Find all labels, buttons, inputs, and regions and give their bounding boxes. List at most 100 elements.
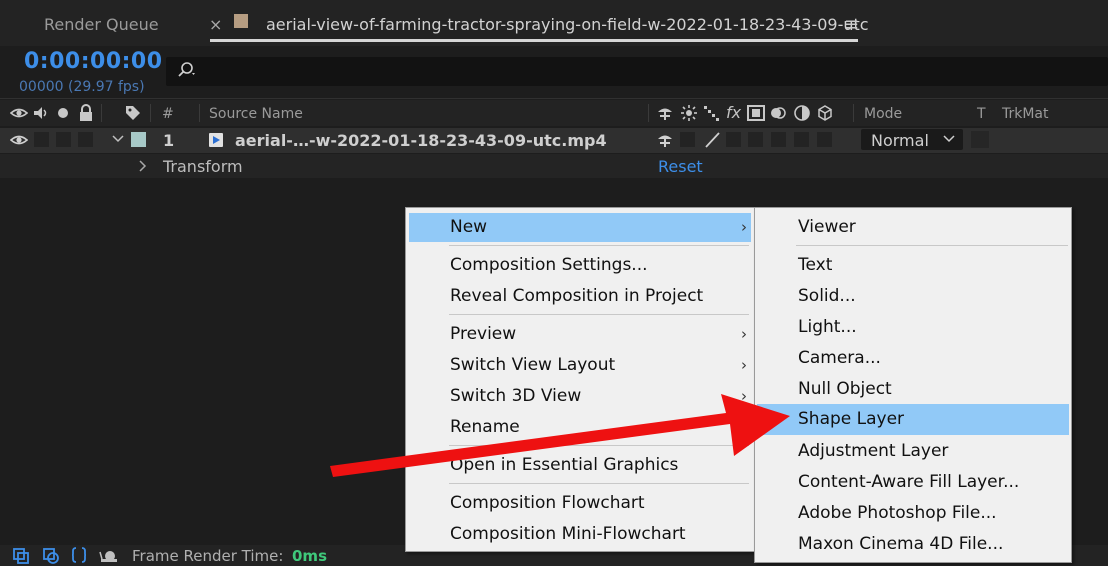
new-submenu: Viewer Text Solid... Light... Camera... … <box>754 207 1072 563</box>
menu-item-label: Adobe Photoshop File... <box>798 503 997 523</box>
menu-separator <box>796 245 1068 246</box>
adjustment-layer-icon[interactable] <box>793 104 811 122</box>
menu-item-composition-mini-flowchart[interactable]: Composition Mini-Flowchart <box>409 520 751 549</box>
lock-icon[interactable] <box>78 104 94 122</box>
submenu-item-solid[interactable]: Solid... <box>757 282 1069 311</box>
shy-icon[interactable] <box>656 104 674 122</box>
chevron-down-icon[interactable] <box>112 134 124 144</box>
layer-search-input[interactable] <box>166 57 1108 86</box>
effects-switch[interactable] <box>726 132 741 147</box>
column-hash: # <box>162 106 174 122</box>
layer-number: 1 <box>163 131 175 150</box>
menu-item-label: Composition Mini-Flowchart <box>450 524 686 544</box>
column-t: T <box>977 106 986 122</box>
menu-separator <box>449 483 749 484</box>
submenu-item-adobe-photoshop-file[interactable]: Adobe Photoshop File... <box>757 499 1069 528</box>
frame-blend-switch[interactable] <box>748 132 763 147</box>
header-divider <box>101 104 102 122</box>
menu-item-label: Shape Layer <box>798 409 905 429</box>
track-matte-switch[interactable] <box>971 131 989 148</box>
composition-color-swatch <box>234 14 248 28</box>
tab-render-queue[interactable]: Render Queue <box>44 15 159 34</box>
chevron-right-icon: › <box>741 325 747 343</box>
in-out-brackets-icon[interactable] <box>70 546 88 564</box>
blend-mode-value: Normal <box>871 131 929 150</box>
collapse-sun-icon[interactable] <box>680 104 698 122</box>
motion-blur-icon[interactable] <box>769 104 787 122</box>
solo-switch[interactable] <box>56 132 71 147</box>
audio-speaker-icon[interactable] <box>32 105 50 121</box>
tab-composition[interactable]: aerial-view-of-farming-tractor-spraying-… <box>266 15 869 34</box>
chevron-right-icon: › <box>741 387 747 405</box>
current-time-display[interactable]: 0:00:00:00 <box>24 49 163 74</box>
video-file-icon <box>209 133 223 147</box>
chevron-right-icon: › <box>741 356 747 374</box>
menu-separator <box>449 314 749 315</box>
layer-shy-icon[interactable] <box>656 131 674 149</box>
header-divider <box>199 104 200 122</box>
column-mode[interactable]: Mode <box>864 106 902 122</box>
quality-icon[interactable] <box>703 104 721 122</box>
menu-item-label: Content-Aware Fill Layer... <box>798 472 1020 492</box>
menu-item-composition-flowchart[interactable]: Composition Flowchart <box>409 489 751 518</box>
submenu-item-null-object[interactable]: Null Object <box>757 375 1069 404</box>
reset-link[interactable]: Reset <box>658 157 703 176</box>
column-source-name[interactable]: Source Name <box>209 106 303 122</box>
menu-item-label: Rename <box>450 417 520 437</box>
chevron-right-icon[interactable] <box>138 160 148 172</box>
motion-blur-switch[interactable] <box>771 132 786 147</box>
menu-item-label: Camera... <box>798 348 881 368</box>
submenu-item-maxon-cinema-4d-file[interactable]: Maxon Cinema 4D File... <box>757 530 1069 559</box>
lock-switch[interactable] <box>78 132 93 147</box>
menu-item-preview[interactable]: Preview › <box>409 320 751 349</box>
layer-source-name[interactable]: aerial-…-w-2022-01-18-23-43-09-utc.mp4 <box>235 131 607 150</box>
3d-switch[interactable] <box>817 132 832 147</box>
menu-separator <box>449 245 749 246</box>
panel-menu-icon[interactable]: ≡ <box>844 14 859 35</box>
submenu-item-light[interactable]: Light... <box>757 313 1069 342</box>
submenu-item-camera[interactable]: Camera... <box>757 344 1069 373</box>
menu-item-label: Maxon Cinema 4D File... <box>798 534 1004 554</box>
menu-separator <box>449 445 749 446</box>
snail-icon[interactable] <box>98 547 120 565</box>
menu-item-open-in-essential-graphics[interactable]: Open in Essential Graphics <box>409 451 751 480</box>
submenu-item-shape-layer[interactable]: Shape Layer <box>757 404 1069 435</box>
column-trkmat[interactable]: TrkMat <box>1002 106 1049 122</box>
menu-item-new[interactable]: New › <box>409 213 751 242</box>
quality-slash-icon[interactable] <box>702 130 722 150</box>
submenu-item-content-aware-fill-layer[interactable]: Content-Aware Fill Layer... <box>757 468 1069 497</box>
submenu-item-adjustment-layer[interactable]: Adjustment Layer <box>757 437 1069 466</box>
layer-visibility-eye-icon[interactable] <box>10 132 28 148</box>
transform-label: Transform <box>163 157 243 176</box>
layer-label-color[interactable] <box>131 132 146 147</box>
menu-item-switch-3d-view[interactable]: Switch 3D View › <box>409 382 751 411</box>
effects-fx-icon[interactable]: fx <box>726 103 741 122</box>
label-tag-icon[interactable] <box>124 104 142 122</box>
menu-item-label: Null Object <box>798 379 892 399</box>
menu-item-label: Light... <box>798 317 857 337</box>
menu-item-reveal-composition[interactable]: Reveal Composition in Project <box>409 282 751 311</box>
frame-blend-icon[interactable] <box>747 104 765 122</box>
solo-dot-icon[interactable] <box>56 106 70 120</box>
eye-icon[interactable] <box>10 105 28 121</box>
close-icon[interactable]: × <box>209 15 222 34</box>
render-toggle-icon[interactable] <box>42 547 60 565</box>
search-icon[interactable] <box>174 58 198 82</box>
chevron-down-icon[interactable] <box>942 134 956 144</box>
menu-item-label: Adjustment Layer <box>798 441 949 461</box>
collapse-switch[interactable] <box>680 132 695 147</box>
adjustment-switch[interactable] <box>794 132 809 147</box>
menu-item-label: Reveal Composition in Project <box>450 286 704 306</box>
submenu-item-viewer[interactable]: Viewer <box>757 213 1069 242</box>
audio-switch[interactable] <box>34 132 49 147</box>
menu-item-switch-view-layout[interactable]: Switch View Layout › <box>409 351 751 380</box>
submenu-item-text[interactable]: Text <box>757 251 1069 280</box>
menu-item-composition-settings[interactable]: Composition Settings... <box>409 251 751 280</box>
menu-item-rename[interactable]: Rename <box>409 413 751 442</box>
header-divider <box>0 98 1108 99</box>
frame-render-time-value: 0ms <box>292 547 327 565</box>
chevron-right-icon: › <box>741 218 747 236</box>
3d-layer-cube-icon[interactable] <box>816 104 834 122</box>
comp-mini-flowchart-icon[interactable] <box>12 547 30 565</box>
header-divider <box>150 104 151 122</box>
